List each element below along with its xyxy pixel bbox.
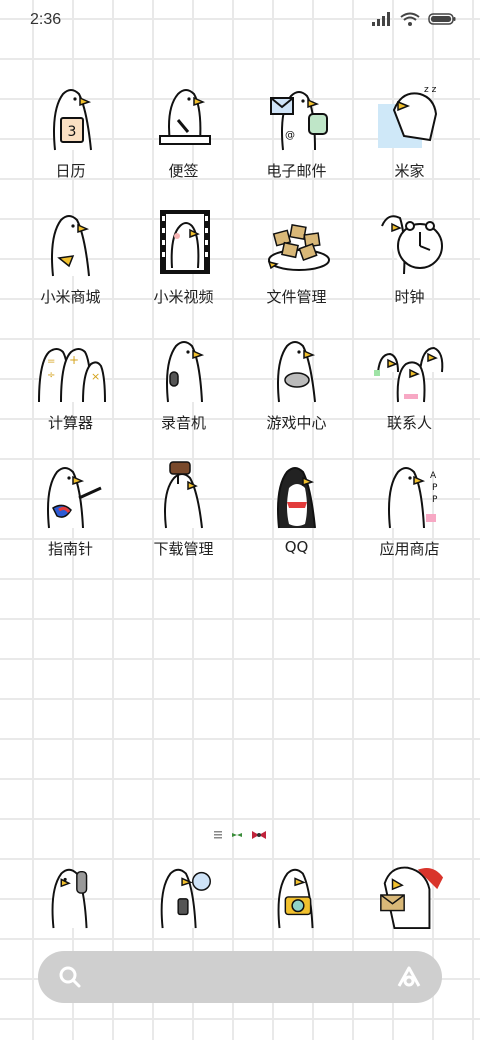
svg-text:÷: ÷	[47, 370, 55, 381]
signal-icon	[372, 12, 390, 26]
phone-icon	[51, 868, 88, 929]
app-calculator[interactable]: = + ÷ × 计算器	[14, 332, 127, 436]
svg-text:+: +	[69, 353, 79, 367]
svg-text:P: P	[432, 483, 438, 493]
wifi-icon	[400, 12, 420, 26]
app-mi-home[interactable]: z z 米家	[353, 80, 466, 184]
app-label: 米家	[394, 162, 425, 180]
status-time: 2:36	[30, 11, 62, 28]
contacts-icon	[373, 346, 443, 403]
app-label: 录音机	[160, 414, 206, 432]
app-label: 小米视频	[153, 288, 214, 306]
app-contacts[interactable]: 联系人	[353, 332, 466, 436]
calculator-icon: = + ÷ ×	[37, 348, 106, 403]
app-email[interactable]: @ 电子邮件	[240, 80, 353, 184]
svg-text:×: ×	[91, 370, 100, 383]
app-label: 时钟	[394, 288, 425, 306]
svg-text:P: P	[432, 495, 438, 505]
dock	[14, 860, 466, 930]
page-indicator[interactable]	[0, 828, 480, 842]
qq-icon	[276, 467, 316, 529]
app-mi-store[interactable]: 小米商城	[14, 206, 127, 310]
menu-icon	[214, 831, 222, 839]
dock-phone[interactable]	[14, 860, 127, 930]
notes-icon	[158, 89, 211, 145]
dock-camera[interactable]	[240, 860, 353, 930]
downloads-icon	[163, 461, 203, 529]
recorder-icon	[165, 341, 204, 403]
app-recorder[interactable]: 录音机	[127, 332, 240, 436]
dock-messages[interactable]	[127, 860, 240, 930]
assistant-icon[interactable]	[396, 965, 422, 989]
svg-text:z z: z z	[424, 85, 437, 95]
app-label: 指南针	[47, 540, 93, 558]
search-bar[interactable]	[38, 951, 442, 1003]
app-grid: 3 日历 便签 @ 电子邮件 z z 米家 小米商城 小米视频 文件管理 时钟 …	[14, 80, 466, 562]
app-mi-video[interactable]: 小米视频	[127, 206, 240, 310]
bow-tie-icon	[252, 831, 266, 839]
app-downloads[interactable]: 下载管理	[127, 458, 240, 562]
mi-store-icon	[50, 215, 90, 277]
app-label: 便签	[168, 162, 199, 180]
app-notes[interactable]: 便签	[127, 80, 240, 184]
browser-icon	[379, 866, 443, 930]
app-calendar[interactable]: 3 日历	[14, 80, 127, 184]
game-center-icon	[276, 341, 316, 403]
app-qq[interactable]: QQ	[240, 458, 353, 562]
status-bar: 2:36	[0, 0, 480, 42]
app-label: 游戏中心	[266, 414, 327, 432]
app-label: 下载管理	[153, 540, 214, 558]
app-label: 文件管理	[266, 288, 327, 306]
svg-text:A: A	[430, 471, 437, 481]
messages-icon	[160, 868, 211, 929]
battery-icon	[428, 13, 456, 25]
app-label: 电子邮件	[266, 162, 327, 180]
camera-icon	[277, 868, 314, 929]
app-label: 日历	[55, 162, 86, 180]
app-label: 小米商城	[40, 288, 101, 306]
app-label: 联系人	[386, 414, 432, 432]
email-icon: @	[269, 91, 328, 151]
mi-home-icon: z z	[377, 85, 437, 148]
app-clock[interactable]: 时钟	[353, 206, 466, 310]
app-label: 计算器	[47, 414, 93, 432]
app-label: 应用商店	[379, 540, 440, 558]
app-label: QQ	[284, 538, 309, 556]
search-icon[interactable]	[58, 965, 82, 989]
app-game-center[interactable]: 游戏中心	[240, 332, 353, 436]
page-dot-icon	[232, 833, 242, 837]
file-manager-icon	[267, 224, 330, 271]
mi-video-icon	[159, 210, 210, 274]
app-app-store[interactable]: A P P 应用商店	[353, 458, 466, 562]
app-compass[interactable]: 指南针	[14, 458, 127, 562]
svg-text:=: =	[47, 356, 55, 367]
dock-browser[interactable]	[353, 860, 466, 930]
svg-text:@: @	[285, 130, 295, 141]
app-store-icon: A P P	[387, 467, 438, 529]
calendar-icon: 3	[52, 89, 92, 151]
clock-icon	[380, 215, 443, 275]
svg-text:3: 3	[67, 124, 76, 140]
app-file-manager[interactable]: 文件管理	[240, 206, 353, 310]
compass-icon	[46, 467, 102, 529]
